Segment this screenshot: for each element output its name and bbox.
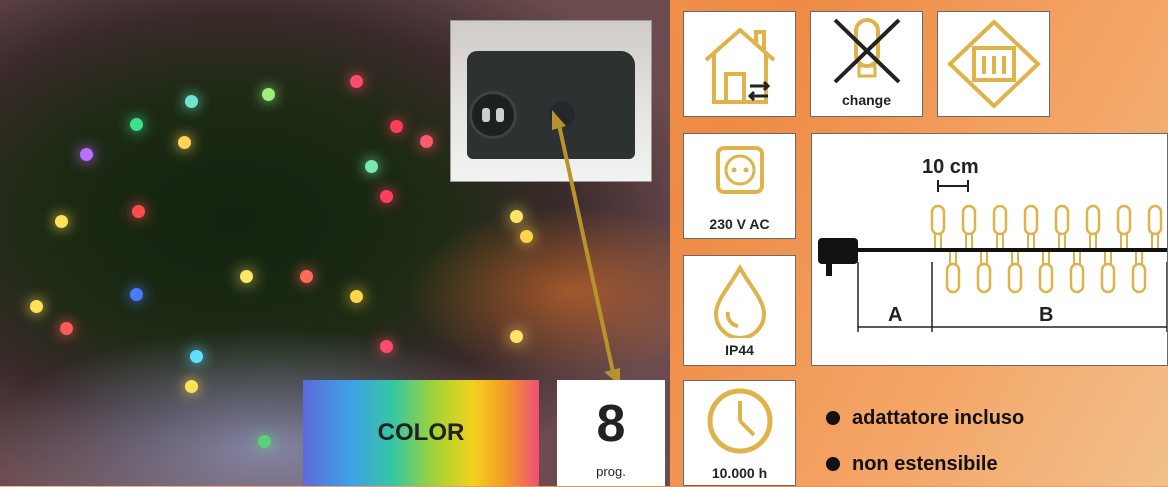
led-bulb-icon bbox=[1147, 204, 1163, 236]
led-bulb-icon bbox=[976, 262, 992, 294]
plug-icon bbox=[818, 238, 858, 264]
plug-pin bbox=[826, 264, 832, 276]
light-string-diagram bbox=[818, 180, 1167, 332]
led-bulb-icon bbox=[1038, 262, 1054, 294]
programs-number: 8 bbox=[596, 395, 626, 453]
protection-class-iii-icon bbox=[947, 19, 1041, 109]
led-bulb-icon bbox=[1131, 262, 1147, 294]
led-bulb-icon bbox=[1116, 204, 1132, 236]
led-bulb-icon bbox=[1023, 204, 1039, 236]
class-iii-tile bbox=[937, 11, 1050, 117]
led-bulb-icon bbox=[1085, 204, 1101, 236]
lifetime-tile: 10.000 h bbox=[683, 380, 796, 486]
feature-text: non estensibile bbox=[852, 452, 998, 475]
label-b: B bbox=[1039, 304, 1054, 326]
led-bulb-icon bbox=[961, 204, 977, 236]
bullet-icon bbox=[826, 457, 840, 471]
feature-item: non estensibile bbox=[826, 441, 1024, 487]
programs-box: 8 prog. bbox=[557, 380, 665, 486]
no-bulb-change-icon bbox=[833, 18, 901, 84]
feature-list: adattatore incluso non estensibile bbox=[826, 395, 1024, 487]
change-label: change bbox=[841, 92, 891, 108]
ip-label: IP44 bbox=[725, 342, 754, 358]
voltage-tile: 230 V AC bbox=[683, 133, 796, 239]
color-swatch: COLOR bbox=[303, 380, 539, 486]
ip-rating-tile: IP44 bbox=[683, 255, 796, 366]
programs-label: prog. bbox=[596, 464, 626, 479]
bullet-icon bbox=[826, 411, 840, 425]
power-socket-icon bbox=[716, 146, 764, 194]
indoor-outdoor-tile bbox=[683, 11, 796, 117]
label-a: A bbox=[888, 304, 903, 326]
led-bulb-icon bbox=[1007, 262, 1023, 294]
lifetime-label: 10.000 h bbox=[711, 465, 768, 481]
led-bulb-icon bbox=[1069, 262, 1085, 294]
string-length-diagram: 10 cm A B bbox=[811, 133, 1168, 366]
feature-text: adattatore incluso bbox=[852, 406, 1025, 429]
voltage-label: 230 V AC bbox=[709, 216, 770, 232]
feature-item: adattatore incluso bbox=[826, 395, 1024, 441]
color-label: COLOR bbox=[377, 419, 465, 446]
led-bulb-icon bbox=[1100, 262, 1116, 294]
no-change-tile: change bbox=[810, 11, 923, 117]
led-bulb-icon bbox=[930, 204, 946, 236]
house-indoor-outdoor-icon bbox=[704, 28, 776, 104]
led-bulb-icon bbox=[945, 262, 961, 294]
led-bulb-icon bbox=[1054, 204, 1070, 236]
clock-icon bbox=[707, 388, 773, 454]
led-bulb-icon bbox=[992, 204, 1008, 236]
water-drop-icon bbox=[713, 263, 767, 340]
